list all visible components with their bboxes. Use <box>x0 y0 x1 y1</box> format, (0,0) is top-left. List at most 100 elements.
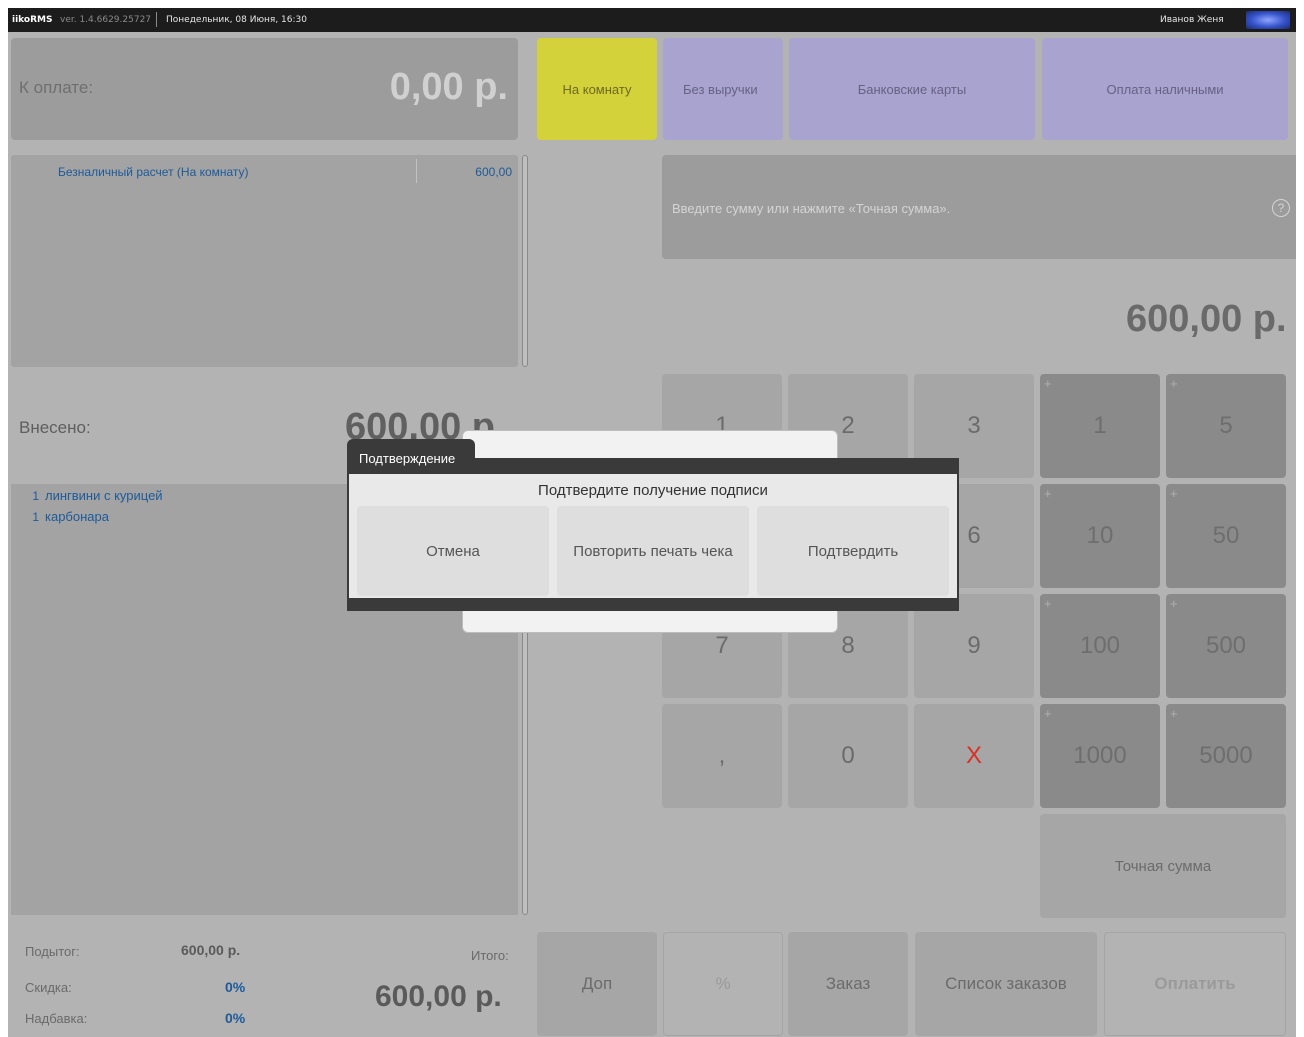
totals-panel: Подытог: 600,00 р. Скидка: 0% Надбавка: … <box>11 924 521 1037</box>
key-2-label: 2 <box>841 412 855 439</box>
key-9-label: 9 <box>967 632 981 659</box>
order-item-name: карбонара <box>45 509 109 524</box>
question-icon[interactable]: ? <box>1272 199 1290 217</box>
user-name[interactable]: Иванов Женя <box>1160 15 1224 25</box>
plus-icon: + <box>1170 376 1178 391</box>
quick-500-label: 500 <box>1205 632 1247 659</box>
surcharge-label: Надбавка: <box>25 1011 88 1026</box>
key-7-label: 7 <box>715 632 729 659</box>
payment-name: Безналичный расчет (На комнату) <box>58 165 249 179</box>
discount-label: Скидка: <box>25 980 72 995</box>
key-comma[interactable]: , <box>662 704 782 808</box>
subtotal-value: 600,00 р. <box>181 942 241 958</box>
order-item-qty: 1 <box>32 489 39 503</box>
order-button[interactable]: Заказ <box>788 932 908 1036</box>
quick-50-label: 50 <box>1212 522 1240 549</box>
quick-5000-button[interactable]: +5000 <box>1166 704 1286 808</box>
order-item-qty: 1 <box>32 510 39 524</box>
key-0-label: 0 <box>841 742 855 769</box>
hint-text: Введите сумму или нажмите «Точная сумма»… <box>672 201 951 216</box>
cancel-button[interactable]: Отмена <box>357 506 549 596</box>
surcharge-value: 0% <box>225 1010 246 1026</box>
quick-5-button[interactable]: +5 <box>1166 374 1286 478</box>
hint-panel: Введите сумму или нажмите «Точная сумма»… <box>662 155 1296 259</box>
plus-icon: + <box>1044 376 1052 391</box>
order-item[interactable]: 1 карбонара <box>19 509 109 524</box>
subtotal-label: Подытог: <box>25 944 80 959</box>
reprint-receipt-label: Повторить печать чека <box>573 542 733 560</box>
plus-icon: + <box>1170 486 1178 501</box>
quick-1000-button[interactable]: +1000 <box>1040 704 1160 808</box>
quick-5000-label: 5000 <box>1199 742 1253 769</box>
order-item[interactable]: 1 лингвини с курицей <box>19 488 163 503</box>
total-value: 600,00 р. <box>375 980 502 1013</box>
to-pay-label: К оплате: <box>19 78 94 97</box>
pay-button-label: Оплатить <box>1154 974 1236 993</box>
payment-amount: 600,00 <box>475 165 512 179</box>
order-item-name: лингвини с курицей <box>45 488 163 503</box>
current-date: Понедельник, 08 Июня, 16:30 <box>166 15 307 25</box>
pay-type-bank-cards-label: Банковские карты <box>857 81 967 97</box>
payments-list: Безналичный расчет (На комнату) 600,00 <box>11 155 518 367</box>
pay-type-no-revenue-button[interactable]: Без выручки <box>663 38 783 140</box>
key-6-label: 6 <box>967 522 981 549</box>
quick-10-label: 10 <box>1086 522 1114 549</box>
entered-amount-display: 600,00 р. <box>1126 298 1287 340</box>
quick-100-button[interactable]: +100 <box>1040 594 1160 698</box>
clear-icon: X <box>965 742 982 769</box>
order-list-button-label: Список заказов <box>945 974 1067 993</box>
pay-type-cash-button[interactable]: Оплата наличными <box>1042 38 1288 140</box>
quick-1-button[interactable]: +1 <box>1040 374 1160 478</box>
app-name: iikoRMS <box>12 15 53 25</box>
title-separator <box>156 12 157 27</box>
paid-label: Внесено: <box>19 418 91 437</box>
cancel-button-label: Отмена <box>426 542 480 560</box>
title-bar: iikoRMS ver. 1.4.6629.25727 Понедельник,… <box>8 8 1296 32</box>
order-scrollbar[interactable] <box>522 608 528 915</box>
order-button-label: Заказ <box>825 974 871 993</box>
pos-window: iikoRMS ver. 1.4.6629.25727 Понедельник,… <box>8 8 1296 1037</box>
dialog-body: Подтвердите получение подписи Отмена Пов… <box>349 474 957 598</box>
pay-type-room-button[interactable]: На комнату <box>537 38 657 140</box>
discount-value: 0% <box>225 979 246 995</box>
exact-amount-button[interactable]: Точная сумма <box>1040 814 1286 918</box>
quick-10-button[interactable]: +10 <box>1040 484 1160 588</box>
quick-5-label: 5 <box>1219 412 1233 439</box>
extra-button[interactable]: Доп <box>537 932 657 1036</box>
quick-50-button[interactable]: +50 <box>1166 484 1286 588</box>
pay-button[interactable]: Оплатить <box>1104 932 1286 1036</box>
key-8-label: 8 <box>841 632 855 659</box>
pay-type-cash-label: Оплата наличными <box>1106 81 1224 97</box>
plus-icon: + <box>1170 706 1178 721</box>
payment-divider <box>416 159 417 183</box>
order-list-button[interactable]: Список заказов <box>915 932 1097 1036</box>
dialog-title: Подтверждение <box>347 439 475 469</box>
pay-type-no-revenue-label: Без выручки <box>683 81 758 97</box>
payment-row[interactable]: Безналичный расчет (На комнату) 600,00 <box>11 155 518 185</box>
confirm-button-label: Подтвердить <box>807 542 899 560</box>
extra-button-label: Доп <box>581 974 613 993</box>
exact-amount-label: Точная сумма <box>1114 857 1212 875</box>
pay-type-bank-cards-button[interactable]: Банковские карты <box>789 38 1035 140</box>
user-status-icon[interactable] <box>1246 11 1290 29</box>
plus-icon: + <box>1044 706 1052 721</box>
percent-button-label: % <box>715 974 731 993</box>
total-label: Итого: <box>471 948 509 963</box>
key-clear[interactable]: X <box>914 704 1034 808</box>
pay-type-room-label: На комнату <box>562 81 632 97</box>
plus-icon: + <box>1044 596 1052 611</box>
app-version: ver. 1.4.6629.25727 <box>60 15 152 25</box>
reprint-receipt-button[interactable]: Повторить печать чека <box>557 506 749 596</box>
to-pay-panel: К оплате: 0,00 р. <box>11 38 518 140</box>
plus-icon: + <box>1170 596 1178 611</box>
key-3-label: 3 <box>967 412 981 439</box>
key-0[interactable]: 0 <box>788 704 908 808</box>
to-pay-amount: 0,00 р. <box>389 66 508 108</box>
confirm-button[interactable]: Подтвердить <box>757 506 949 596</box>
percent-button[interactable]: % <box>663 932 783 1036</box>
quick-1000-label: 1000 <box>1073 742 1127 769</box>
plus-icon: + <box>1044 486 1052 501</box>
quick-1-label: 1 <box>1093 412 1107 439</box>
payments-scrollbar[interactable] <box>522 155 528 367</box>
quick-500-button[interactable]: +500 <box>1166 594 1286 698</box>
